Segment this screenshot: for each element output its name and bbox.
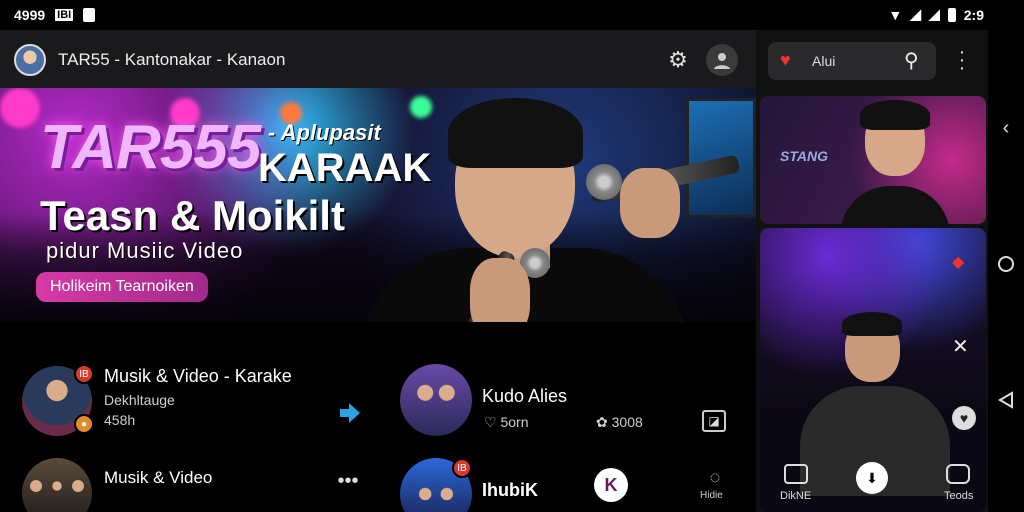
list-item[interactable]: IB IhubiK K ◌ Hidie [390, 432, 756, 512]
status-network-label: IBI [55, 9, 74, 21]
thumb-label: STANG [780, 148, 828, 164]
home-icon[interactable] [996, 254, 1016, 274]
list-item[interactable]: Musik & Video ••• [0, 432, 380, 512]
status-time-right: 2:9 [963, 6, 984, 23]
battery-icon [947, 7, 956, 22]
likes-count: ♡ 5orn [484, 414, 529, 430]
system-nav-bar: ‹ [988, 30, 1024, 512]
stage-light [0, 88, 40, 128]
person-icon [714, 53, 730, 69]
list-item-meta: 458h [104, 412, 136, 428]
hero-banner[interactable]: TAR555 - Aplupasit KARAAK Teasn & Moikil… [0, 88, 756, 322]
views-count: ✿ 3008 [596, 414, 643, 430]
notification-badge: IB [74, 364, 94, 384]
share-icon[interactable]: ◆ [952, 252, 976, 272]
list-item-title: Musik & Video - Karake [104, 366, 292, 386]
hero-title-suffix: KARAAK [258, 146, 432, 190]
sim-icon [83, 8, 96, 22]
k-action-button[interactable]: K [594, 468, 628, 502]
status-right: ▼ ◢ ◢ 2:9 [888, 6, 984, 23]
channel-avatar[interactable] [14, 44, 46, 76]
signal-icon-2: ◢ [928, 6, 940, 22]
list-item[interactable]: IB ● Musik & Video - Karake Dekhltauge 4… [0, 322, 380, 436]
chat-icon[interactable]: ◌ [704, 466, 726, 488]
status-left: 4999 IBI [14, 7, 96, 23]
app-bar: TAR55 - Kantonakar - Kanaon ⚙ [0, 30, 756, 88]
hero-title-line2: Teasn & Moikilt [40, 192, 345, 239]
list-item-subtitle: Dekhltauge [104, 392, 175, 408]
hero-title-tag: - Aplupasit [268, 120, 381, 145]
search-icon[interactable]: ⚲ [904, 48, 919, 73]
video-thumbnail[interactable]: ◆ ✕ ♥ DikNE ⬇ Teods [760, 228, 986, 512]
app-title: TAR55 - Kantonakar - Kanaon [58, 50, 286, 69]
wifi-icon: ▼ [888, 6, 903, 23]
live-badge: ● [74, 414, 94, 434]
play-arrow-icon[interactable] [334, 398, 364, 428]
search-text: Alui [812, 53, 836, 69]
hero-cta-button[interactable]: Holikeim Tearnoiken [36, 272, 208, 302]
stage-light [410, 96, 432, 118]
video-thumbnail[interactable]: STANG [760, 96, 986, 224]
notification-badge: IB [452, 458, 472, 478]
image-icon[interactable]: ◪ [702, 410, 726, 432]
more-options-icon[interactable]: ••• [334, 470, 362, 492]
tv-icon[interactable] [784, 464, 808, 484]
heart-button-icon[interactable]: ♥ [952, 406, 976, 430]
list-item-title: Musik & Video [104, 468, 213, 487]
comment-icon[interactable] [946, 464, 970, 484]
hero-title: TAR555 [40, 113, 261, 182]
thumb-label-left: DikNE [780, 490, 812, 502]
right-pane: ♥ Alui ⚲ · · · STANG ◆ ✕ ♥ DikNE ⬇ Teods [756, 30, 988, 512]
search-bar[interactable]: ♥ Alui ⚲ [768, 42, 936, 80]
heart-search-icon: ♥ [780, 50, 791, 70]
status-time-left: 4999 [14, 7, 46, 23]
list-item-avatar [400, 364, 472, 436]
record-button-icon[interactable]: ⬇ [856, 462, 888, 494]
list-item[interactable]: Kudo Alies ♡ 5orn ✿ 3008 ◪ [390, 322, 756, 436]
chat-label: Hidie [700, 490, 723, 501]
video-list: IB ● Musik & Video - Karake Dekhltauge 4… [0, 322, 756, 512]
recents-icon[interactable] [996, 390, 1016, 410]
status-bar: 4999 IBI ▼ ◢ ◢ 2:9 [0, 0, 1024, 30]
thumb-label-right: Teods [944, 490, 974, 502]
thumb-singer [840, 100, 950, 224]
overflow-menu-icon[interactable]: · · · [952, 42, 972, 78]
back-icon[interactable]: ‹ [996, 117, 1016, 139]
close-icon[interactable]: ✕ [952, 334, 976, 358]
account-avatar-icon[interactable] [706, 44, 738, 76]
gear-icon[interactable]: ⚙ [662, 44, 694, 76]
signal-icon: ◢ [910, 6, 921, 22]
list-item-title: Kudo Alies [482, 386, 568, 406]
list-item-avatar [22, 458, 92, 512]
list-item-title: IhubiK [482, 480, 538, 500]
hero-subtitle: pidur Musiic Video [46, 238, 244, 263]
